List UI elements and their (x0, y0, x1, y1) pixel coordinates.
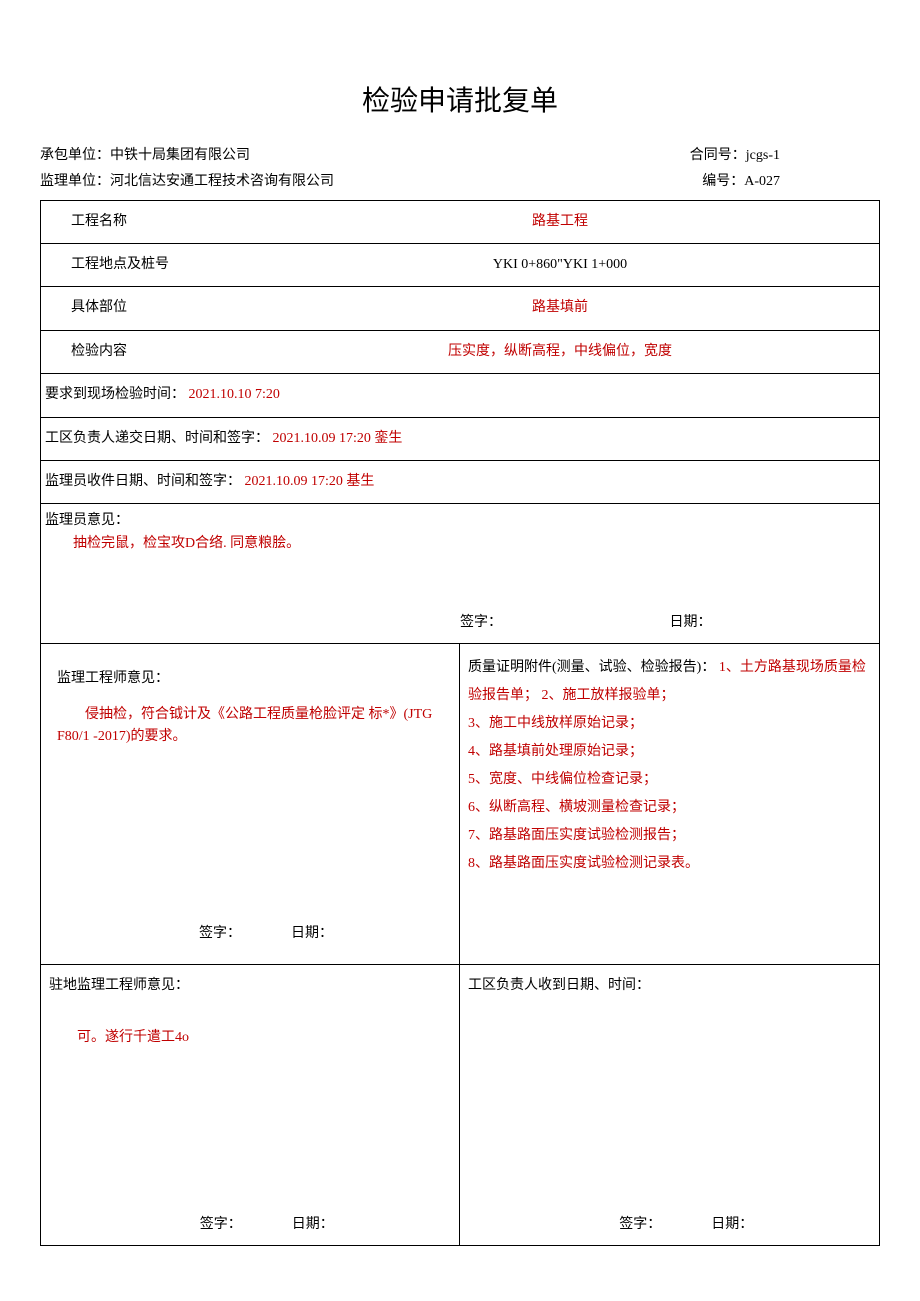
supervisor-company-label: 监理单位： (40, 171, 110, 193)
contract-no-label: 合同号： (690, 145, 746, 167)
receive-label: 监理员收件日期、时间和签字： (45, 474, 241, 489)
doc-no-value: A-027 (744, 171, 780, 193)
doc-no-label: 编号： (702, 171, 744, 193)
submit-value: 2021.10.09 17:20 銮生 (273, 431, 403, 446)
contract-no-value: jcgs-1 (746, 145, 780, 167)
specific-part-label: 具体部位 (41, 287, 241, 329)
attachment-item: 4、路基填前处理原始记录； (468, 744, 643, 759)
location-value: YKI 0+860"YKI 1+000 (241, 244, 879, 286)
attachments-label: 质量证明附件(测量、试验、检验报告)： (468, 660, 715, 675)
attachment-item: 8、路基路面压实度试验检测记录表。 (468, 856, 699, 871)
supervisor-date-label: 日期： (670, 615, 712, 630)
project-name-label: 工程名称 (41, 201, 241, 243)
attachment-item: 7、路基路面压实度试验检测报告； (468, 828, 685, 843)
resident-engineer-label: 驻地监理工程师意见： (49, 975, 451, 997)
supervisor-opinion-content: 抽检完鼠，检宝攻D合络. 同意粮脍。 (45, 533, 875, 555)
inspection-content-value: 压实度，纵断高程，中线偏位，宽度 (241, 331, 879, 373)
attachment-item: 6、纵断高程、横坡测量检查记录； (468, 800, 685, 815)
required-time-label: 要求到现场检验时间： (45, 387, 185, 402)
resident-date-label: 日期： (252, 1214, 459, 1236)
contractor-label: 承包单位： (40, 145, 110, 167)
zone-receive-label: 工区负责人收到日期、时间： (468, 975, 871, 997)
receive-value: 2021.10.09 17:20 基生 (245, 474, 375, 489)
resident-sign-label: 签字： (41, 1214, 252, 1236)
engineer-date-label: 日期： (251, 923, 451, 945)
attachment-item: 3、施工中线放样原始记录； (468, 716, 643, 731)
engineer-opinion-content: 侵抽检，符合钺计及《公路工程质量枪脸评定 标*》(JTG F80/1 -2017… (57, 704, 443, 749)
form-table: 工程名称 路基工程 工程地点及桩号 YKI 0+860"YKI 1+000 具体… (40, 200, 880, 1246)
zone-sign-label: 签字： (460, 1214, 671, 1236)
supervisor-opinion-label: 监理员意见： (45, 510, 875, 532)
engineer-sign-label: 签字： (49, 923, 251, 945)
specific-part-value: 路基填前 (241, 287, 879, 329)
attachments-block: 质量证明附件(测量、试验、检验报告)： 1、土方路基现场质量检验报告单； 2、施… (468, 654, 871, 878)
supervisor-sign-label: 签字： (460, 615, 502, 630)
location-label: 工程地点及桩号 (41, 244, 241, 286)
submit-label: 工区负责人递交日期、时间和签字： (45, 431, 269, 446)
inspection-content-label: 检验内容 (41, 331, 241, 373)
attachment-item: 5、宽度、中线偏位检查记录； (468, 772, 657, 787)
engineer-opinion-label: 监理工程师意见： (57, 668, 443, 690)
contractor-value: 中铁十局集团有限公司 (110, 145, 250, 167)
supervisor-company-value: 河北信达安通工程技术咨询有限公司 (110, 171, 334, 193)
project-name-value: 路基工程 (241, 201, 879, 243)
doc-title: 检验申请批复单 (40, 80, 880, 125)
resident-engineer-content: 可。遂行千遣工4o (49, 1027, 451, 1049)
required-time-value: 2021.10.10 7:20 (189, 387, 280, 402)
zone-date-label: 日期： (671, 1214, 879, 1236)
